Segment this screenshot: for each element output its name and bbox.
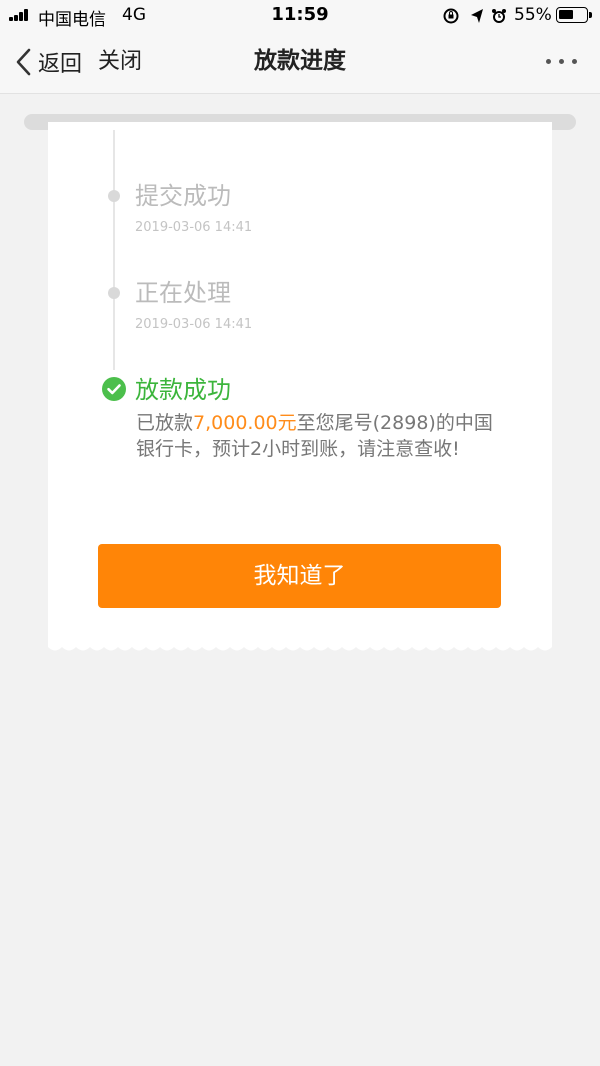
timeline-dot — [108, 190, 120, 202]
timeline-line — [113, 130, 115, 370]
alarm-icon — [492, 9, 506, 23]
status-bar: 中国电信 4G 11:59 55% — [0, 0, 600, 30]
location-arrow-icon — [471, 9, 483, 23]
more-dots-icon[interactable] — [540, 56, 582, 68]
disbursement-amount: 7,000.00元 — [193, 412, 297, 434]
confirm-button[interactable]: 我知道了 — [98, 544, 501, 608]
step-title-disbursed: 放款成功 — [135, 376, 231, 404]
disbursement-prefix: 已放款 — [136, 412, 194, 434]
step-time-processing: 2019-03-06 14:41 — [135, 317, 253, 332]
status-time: 11:59 — [271, 4, 329, 25]
disbursement-message: 已放款7,000.00元至您尾号(2898)的中国银行卡，预计2小时到账，请注意… — [136, 410, 506, 462]
step-title-processing: 正在处理 — [135, 279, 231, 307]
battery-icon — [556, 7, 592, 23]
battery-percent: 55% — [514, 5, 552, 25]
nav-bar: 返回 关闭 放款进度 — [0, 30, 600, 94]
orientation-lock-icon — [443, 8, 459, 24]
timeline-dot — [108, 287, 120, 299]
page-title: 放款进度 — [254, 48, 346, 74]
check-circle-icon — [102, 377, 126, 401]
status-icons — [443, 8, 506, 24]
step-title-submitted: 提交成功 — [135, 182, 231, 210]
step-time-submitted: 2019-03-06 14:41 — [135, 220, 253, 235]
card-scalloped-edge — [48, 644, 552, 651]
